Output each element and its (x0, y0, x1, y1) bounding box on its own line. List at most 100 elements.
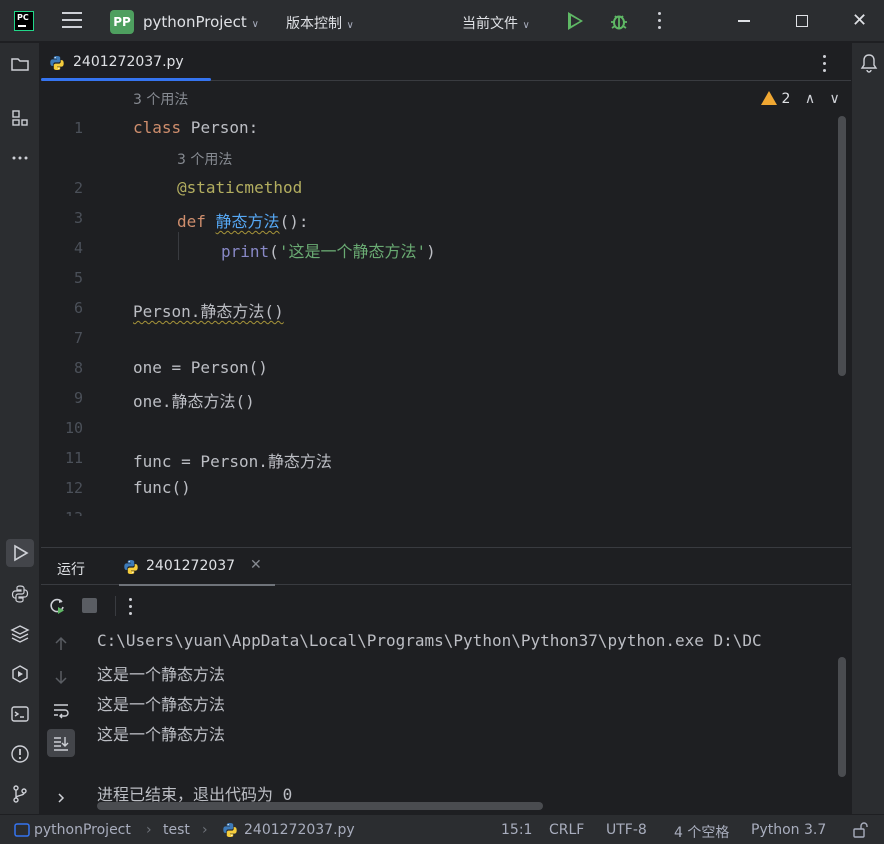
editor-scrollbar[interactable] (838, 116, 846, 376)
console-line: C:\Users\yuan\AppData\Local\Programs\Pyt… (97, 631, 762, 650)
close-window-button[interactable]: ✕ (852, 12, 867, 30)
line-number: 11 (64, 449, 83, 467)
tab-options-icon[interactable] (823, 55, 827, 76)
terminal-icon[interactable] (9, 703, 31, 725)
line-number: 8 (73, 359, 83, 377)
arrow-down-icon[interactable] (52, 668, 70, 686)
stop-icon[interactable] (82, 598, 97, 613)
line-number: 7 (73, 329, 83, 347)
python-file-icon (123, 559, 139, 575)
indent-setting[interactable]: 4 个空格 (674, 822, 729, 842)
breadcrumb-separator: › (146, 822, 152, 838)
toolbar-divider (115, 596, 116, 616)
code-line-9: one.静态方法() (133, 392, 255, 411)
code-line-6: Person.静态方法() (133, 302, 284, 321)
main-menu-icon[interactable] (62, 12, 84, 30)
run-panel-title: 运行 (57, 562, 85, 578)
code-line-4: print('这是一个静态方法') (221, 242, 436, 261)
code-line-1: class Person: (133, 118, 259, 137)
layers-icon[interactable] (9, 623, 31, 645)
soft-wrap-icon[interactable] (52, 701, 70, 719)
chevron-right-icon[interactable] (54, 791, 68, 805)
project-selector[interactable]: pythonProject ∨ (143, 13, 259, 31)
chevron-down-icon: ∨ (251, 19, 259, 30)
chevron-down-icon: ∨ (522, 20, 530, 31)
line-number: 9 (73, 389, 83, 407)
usage-hint[interactable]: 3 个用法 (177, 149, 232, 169)
scroll-to-end-icon (54, 737, 69, 751)
maximize-button[interactable] (796, 15, 808, 27)
line-number: 3 (73, 209, 83, 227)
pycharm-logo-icon: PC (14, 11, 34, 31)
line-number: 13 (41, 509, 83, 516)
left-tool-strip (0, 43, 40, 814)
usage-hint[interactable]: 3 个用法 (133, 89, 188, 109)
notifications-icon[interactable] (860, 53, 878, 73)
close-tab-icon[interactable]: ✕ (250, 557, 262, 573)
inspection-count: 2 (781, 91, 791, 107)
title-bar: PC PP pythonProject ∨ 版本控制 ∨ 当前文件 ∨ ✕ (0, 0, 884, 42)
right-tool-strip (851, 43, 884, 814)
python-file-icon (222, 822, 238, 838)
breadcrumb-project[interactable]: pythonProject (34, 822, 131, 838)
code-line-12: func() (133, 478, 191, 497)
run-tool-icon[interactable] (6, 539, 34, 567)
run-tab[interactable]: 2401272037 ✕ (119, 548, 275, 586)
run-side-toolbar (41, 625, 81, 815)
run-tab-label: 2401272037 (146, 558, 236, 574)
line-number: 4 (73, 239, 83, 257)
minimize-button[interactable] (738, 20, 750, 22)
code-editor[interactable]: 3 个用法 2 ∧ ∨ 1 2 3 4 5 6 7 8 9 10 11 12 1… (41, 82, 851, 516)
breadcrumb-separator: › (202, 822, 208, 838)
run-config-selector[interactable]: 当前文件 ∨ (462, 13, 530, 33)
rerun-icon[interactable] (48, 597, 66, 615)
line-number: 6 (73, 299, 83, 317)
more-options-icon[interactable] (658, 12, 662, 30)
python-file-icon (49, 55, 65, 71)
inspection-widget[interactable]: 2 ∧ ∨ (761, 91, 840, 107)
console-vertical-scrollbar[interactable] (838, 657, 846, 777)
services-icon[interactable] (9, 663, 31, 685)
run-panel-header: 运行 2401272037 ✕ (41, 547, 851, 586)
debug-icon[interactable] (609, 11, 629, 31)
more-tools-icon[interactable] (9, 147, 31, 169)
editor-tab[interactable]: 2401272037.py (41, 43, 211, 81)
lock-icon[interactable] (852, 822, 868, 838)
status-bar: pythonProject › test › 2401272037.py 15:… (0, 814, 884, 844)
more-options-icon[interactable] (129, 598, 133, 616)
scroll-to-end-button[interactable] (47, 729, 75, 757)
console-line: 这是一个静态方法 (97, 665, 226, 684)
arrow-up-icon[interactable] (52, 635, 70, 653)
git-icon[interactable] (9, 783, 31, 805)
project-badge[interactable]: PP (110, 10, 134, 34)
code-line-11: func = Person.静态方法 (133, 452, 332, 471)
python-console-icon[interactable] (9, 583, 31, 605)
line-number: 1 (73, 119, 83, 137)
warning-icon (761, 91, 777, 105)
line-number: 5 (73, 269, 83, 287)
editor-tab-label: 2401272037.py (73, 54, 184, 70)
vcs-selector[interactable]: 版本控制 ∨ (286, 13, 354, 33)
run-console-output[interactable]: C:\Users\yuan\AppData\Local\Programs\Pyt… (81, 625, 851, 813)
code-line-2: @staticmethod (177, 178, 303, 197)
chevron-up-icon[interactable]: ∧ (805, 91, 815, 107)
problems-icon[interactable] (9, 743, 31, 765)
console-line: 这是一个静态方法 (97, 725, 226, 744)
structure-icon[interactable] (9, 107, 31, 129)
folder-icon[interactable] (9, 53, 31, 75)
code-line-3: def 静态方法(): (177, 212, 309, 231)
console-horizontal-scrollbar[interactable] (97, 802, 543, 810)
run-icon[interactable] (568, 12, 583, 30)
chevron-down-icon[interactable]: ∨ (830, 91, 840, 107)
python-interpreter[interactable]: Python 3.7 (751, 822, 826, 838)
line-number: 10 (64, 419, 83, 437)
line-separator[interactable]: CRLF (549, 822, 584, 838)
file-encoding[interactable]: UTF-8 (606, 822, 647, 838)
caret-position[interactable]: 15:1 (501, 822, 532, 838)
breadcrumb-folder[interactable]: test (163, 822, 190, 838)
code-line-8: one = Person() (133, 358, 268, 377)
run-toolbar (41, 586, 851, 624)
editor-tab-bar: 2401272037.py (41, 43, 851, 81)
breadcrumb-file[interactable]: 2401272037.py (244, 822, 355, 838)
module-icon (14, 823, 30, 837)
